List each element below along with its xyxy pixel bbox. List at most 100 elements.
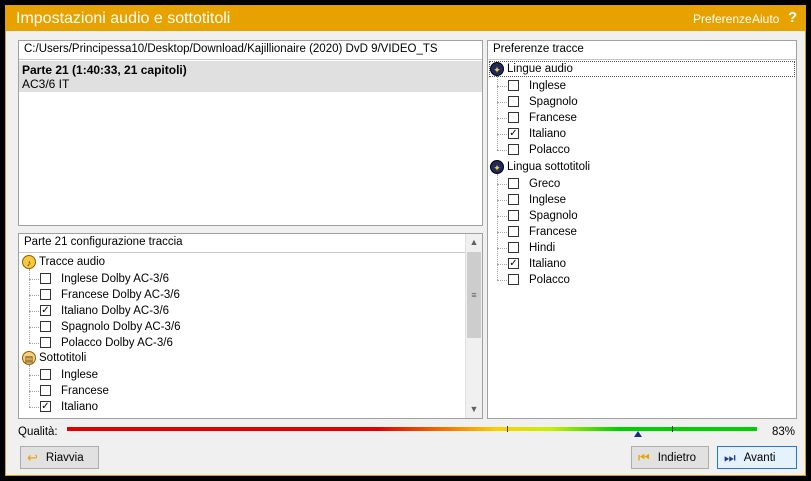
tree-connector-line [29,311,39,312]
audio-track-label[interactable]: Spagnolo Dolby AC-3/6 [61,319,181,335]
window-title: Impostazioni audio e sottotitoli [16,10,231,27]
globe-icon: ✦ [490,62,504,76]
subtitle-language-checkbox[interactable] [508,242,519,253]
tree-connector-line [497,76,498,150]
subtitle-languages-group[interactable]: ✦ Lingua sottotitoli [490,159,590,175]
help-icon[interactable]: ? [788,9,797,26]
tree-connector-line [29,327,39,328]
next-button-label: Avanti [743,451,776,464]
audio-track-label[interactable]: Italiano Dolby AC-3/6 [61,303,169,319]
audio-language-label[interactable]: Spagnolo [529,94,578,110]
scroll-down-arrow-icon[interactable]: ▼ [466,401,482,418]
subtitle-language-label[interactable]: Italiano [529,256,566,272]
subtitles-group[interactable]: ▤ Sottotitoli [22,350,86,366]
scroll-thumb[interactable]: ≡ [467,252,481,338]
restart-button-label: Riavvia [45,451,84,464]
vertical-scrollbar[interactable]: ▲ ≡ ▼ [465,234,482,418]
restart-button[interactable]: ↩ Riavvia [20,446,99,469]
subtitle-language-checkbox[interactable] [508,178,519,189]
subtitle-language-checkbox[interactable] [508,226,519,237]
next-button[interactable]: ⏭ Avanti [717,446,797,469]
subtitle-language-label[interactable]: Spagnolo [529,208,578,224]
subtitle-language-label[interactable]: Greco [529,176,560,192]
rewind-icon: ⏮ [638,449,650,465]
tree-connector-line [497,216,507,217]
subtitle-language-checkbox[interactable] [508,210,519,221]
tree-connector-line [497,232,507,233]
audio-language-checkbox[interactable] [508,112,519,123]
audio-language-label[interactable]: Inglese [529,78,566,94]
audio-tracks-group[interactable]: ♪ Tracce audio [22,254,105,270]
tree-connector-line [497,102,507,103]
tree-connector-line [497,150,507,151]
subtitle-track-checkbox[interactable]: ✓ [40,401,51,412]
tree-connector-line [497,264,507,265]
source-path: C:/Users/Principessa10/Desktop/Download/… [19,41,482,60]
back-button[interactable]: ⏮ Indietro [631,446,709,469]
fast-forward-icon: ⏭ [724,449,736,465]
audio-language-checkbox[interactable] [508,144,519,155]
subtitle-language-label[interactable]: Inglese [529,192,566,208]
subtitle-language-label[interactable]: Hindi [529,240,555,256]
quality-meter [67,427,757,431]
audio-languages-group-label: Lingue audio [507,63,573,75]
back-arrow-icon: ↩ [27,449,38,465]
quality-label: Qualità: [18,426,58,438]
subtitle-track-label[interactable]: Italiano [61,399,98,415]
subtitle-language-checkbox[interactable] [508,194,519,205]
preferences-link[interactable]: Preferenze [693,12,752,26]
audio-language-label[interactable]: Italiano [529,126,566,142]
audio-track-checkbox[interactable] [40,289,51,300]
audio-language-checkbox[interactable]: ✓ [508,128,519,139]
quality-marker [634,431,642,437]
title-bar: Impostazioni audio e sottotitoli Prefere… [6,6,805,31]
audio-language-label[interactable]: Polacco [529,142,570,158]
subtitle-language-checkbox[interactable] [508,274,519,285]
audio-track-checkbox[interactable] [40,273,51,284]
back-button-label: Indietro [657,451,697,464]
title-list-panel: C:/Users/Principessa10/Desktop/Download/… [18,40,483,226]
audio-track-label[interactable]: Polacco Dolby AC-3/6 [61,335,173,351]
quality-tick [507,426,508,432]
audio-tracks-group-label: Tracce audio [39,256,106,268]
audio-languages-group[interactable]: ✦ Lingue audio [489,61,795,77]
tree-connector-line [497,280,507,281]
subtitle-track-checkbox[interactable] [40,369,51,380]
globe-icon: ✦ [490,160,504,174]
title-codec: AC3/6 IT [22,77,70,91]
subtitle-icon: ▤ [22,351,36,365]
audio-language-checkbox[interactable] [508,80,519,91]
quality-tick [672,426,673,432]
subtitle-language-label[interactable]: Polacco [529,272,570,288]
subtitles-group-label: Sottotitoli [39,352,87,364]
tree-connector-line [497,134,507,135]
tree-connector-line [29,343,39,344]
subtitle-language-label[interactable]: Francese [529,224,577,240]
track-preferences-header: Preferenze tracce [488,41,796,60]
subtitle-language-checkbox[interactable]: ✓ [508,258,519,269]
audio-track-checkbox[interactable] [40,321,51,332]
audio-track-label[interactable]: Inglese Dolby AC-3/6 [61,271,169,287]
tree-connector-line [497,86,507,87]
title-list-item[interactable]: Parte 21 (1:40:33, 21 capitoli) AC3/6 IT [19,61,482,92]
tree-connector-line [29,269,30,343]
tree-connector-line [497,184,507,185]
audio-language-label[interactable]: Francese [529,110,577,126]
audio-track-checkbox[interactable] [40,337,51,348]
speaker-icon: ♪ [22,255,36,269]
tree-connector-line [497,118,507,119]
subtitle-track-label[interactable]: Inglese [61,367,98,383]
audio-track-checkbox[interactable]: ✓ [40,305,51,316]
subtitle-track-checkbox[interactable] [40,385,51,396]
subtitle-languages-group-label: Lingua sottotitoli [507,161,591,173]
tree-connector-line [29,365,30,407]
tree-connector-line [497,200,507,201]
track-config-panel: Parte 21 configurazione traccia ♪ Tracce… [18,233,483,419]
scroll-up-arrow-icon[interactable]: ▲ [466,234,482,251]
subtitle-track-label[interactable]: Francese [61,383,109,399]
audio-language-checkbox[interactable] [508,96,519,107]
tree-connector-line [29,407,39,408]
help-link[interactable]: Aiuto [752,12,779,26]
audio-track-label[interactable]: Francese Dolby AC-3/6 [61,287,180,303]
tree-connector-line [29,295,39,296]
